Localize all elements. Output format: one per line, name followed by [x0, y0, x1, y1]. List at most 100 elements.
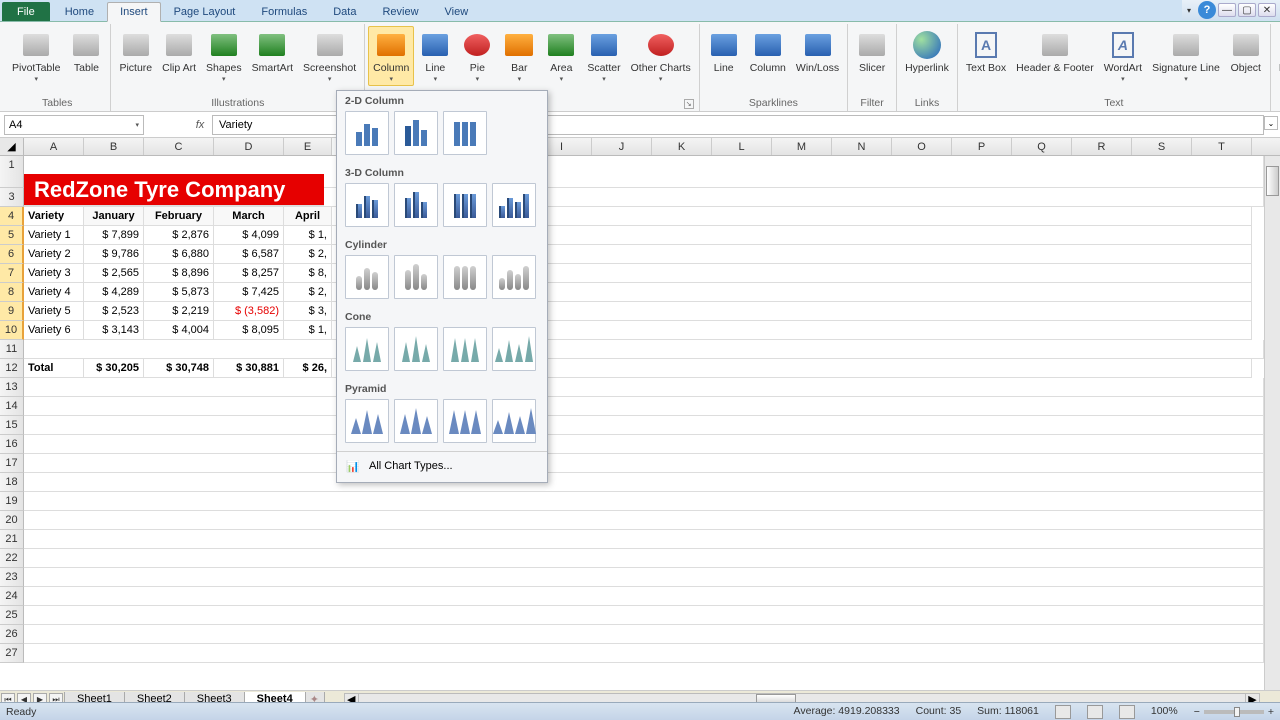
scatter-chart-button[interactable]: Scatter▾	[582, 26, 625, 86]
chart-stacked-column-3d[interactable]	[394, 183, 438, 227]
data-cell[interactable]: $ 6,880	[144, 245, 214, 264]
equation-button[interactable]: πEquation▾	[1274, 26, 1280, 86]
col-N[interactable]: N	[832, 138, 892, 155]
row-11[interactable]: 11	[0, 340, 24, 359]
col-M[interactable]: M	[772, 138, 832, 155]
data-cell[interactable]: $ 4,099	[214, 226, 284, 245]
row-21[interactable]: 21	[0, 530, 24, 549]
zoom-minus-icon[interactable]: −	[1194, 706, 1200, 718]
col-K[interactable]: K	[652, 138, 712, 155]
sparkline-winloss-button[interactable]: Win/Loss	[791, 26, 844, 77]
data-cell[interactable]: $ 3,	[284, 302, 332, 321]
chart-100stacked-column-2d[interactable]	[443, 111, 487, 155]
row-24[interactable]: 24	[0, 587, 24, 606]
col-J[interactable]: J	[592, 138, 652, 155]
chart-stacked-column-2d[interactable]	[394, 111, 438, 155]
chart-clustered-pyramid[interactable]	[345, 399, 389, 443]
data-cell[interactable]: $ 8,095	[214, 321, 284, 340]
sparkline-line-button[interactable]: Line	[703, 26, 745, 77]
data-cell[interactable]: $ 2,876	[144, 226, 214, 245]
line-chart-button[interactable]: Line▾	[414, 26, 456, 86]
data-cell[interactable]: Variety 6	[24, 321, 84, 340]
data-cell[interactable]: $ 2,523	[84, 302, 144, 321]
view-normal-button[interactable]	[1055, 705, 1071, 719]
data-cell[interactable]: $ 8,	[284, 264, 332, 283]
chart-stacked-pyramid[interactable]	[394, 399, 438, 443]
picture-button[interactable]: Picture	[114, 26, 157, 77]
row-27[interactable]: 27	[0, 644, 24, 663]
col-O[interactable]: O	[892, 138, 952, 155]
tab-review[interactable]: Review	[369, 2, 431, 21]
row-22[interactable]: 22	[0, 549, 24, 568]
pivottable-button[interactable]: PivotTable▾	[7, 26, 65, 86]
col-B[interactable]: B	[84, 138, 144, 155]
row-7[interactable]: 7	[0, 264, 24, 283]
vertical-scrollbar[interactable]	[1264, 156, 1280, 690]
data-cell[interactable]: $ 7,899	[84, 226, 144, 245]
col-D[interactable]: D	[214, 138, 284, 155]
fx-icon[interactable]: fx	[192, 117, 208, 133]
data-cell[interactable]: $ 7,425	[214, 283, 284, 302]
chart-100stacked-column-3d[interactable]	[443, 183, 487, 227]
data-cell[interactable]: $ 1,	[284, 226, 332, 245]
data-cell[interactable]: $ 3,143	[84, 321, 144, 340]
chart-3d-column[interactable]	[492, 183, 536, 227]
zoom-plus-icon[interactable]: +	[1268, 706, 1274, 718]
other-charts-button[interactable]: Other Charts▾	[626, 26, 696, 86]
headerfooter-button[interactable]: Header & Footer	[1011, 26, 1099, 77]
row-1[interactable]: 1	[0, 156, 24, 188]
close-button[interactable]: ✕	[1258, 3, 1276, 17]
data-cell[interactable]: $ 8,896	[144, 264, 214, 283]
data-cell[interactable]: $ 4,289	[84, 283, 144, 302]
hyperlink-button[interactable]: Hyperlink	[900, 26, 954, 77]
shapes-button[interactable]: Shapes▾	[201, 26, 247, 86]
row-3[interactable]: 3	[0, 188, 24, 207]
worksheet-grid[interactable]: ◢ A B C D E I J K L M N O P Q R S T RedZ…	[0, 138, 1280, 690]
data-cell[interactable]: $ 4,004	[144, 321, 214, 340]
col-Q[interactable]: Q	[1012, 138, 1072, 155]
ribbon-minimize-icon[interactable]: ▾	[1182, 3, 1196, 17]
formulabar-expand-icon[interactable]: ⌄	[1264, 116, 1278, 130]
row-20[interactable]: 20	[0, 511, 24, 530]
data-cell[interactable]: Variety 1	[24, 226, 84, 245]
tab-view[interactable]: View	[432, 2, 482, 21]
data-cell[interactable]: $ 5,873	[144, 283, 214, 302]
chart-3d-cone[interactable]	[492, 327, 536, 371]
data-cell[interactable]: $ 2,	[284, 283, 332, 302]
col-L[interactable]: L	[712, 138, 772, 155]
chart-clustered-column-2d[interactable]	[345, 111, 389, 155]
chart-clustered-cone[interactable]	[345, 327, 389, 371]
data-cell[interactable]: Variety 2	[24, 245, 84, 264]
data-cell[interactable]: $ 2,	[284, 245, 332, 264]
view-pagebreak-button[interactable]	[1119, 705, 1135, 719]
row-9[interactable]: 9	[0, 302, 24, 321]
maximize-button[interactable]: ▢	[1238, 3, 1256, 17]
smartart-button[interactable]: SmartArt	[247, 26, 298, 77]
row-19[interactable]: 19	[0, 492, 24, 511]
row-12[interactable]: 12	[0, 359, 24, 378]
tab-data[interactable]: Data	[320, 2, 369, 21]
row-16[interactable]: 16	[0, 435, 24, 454]
vscroll-thumb[interactable]	[1266, 166, 1279, 196]
data-cell[interactable]: $ 2,565	[84, 264, 144, 283]
data-cell[interactable]: $ 8,257	[214, 264, 284, 283]
col-E[interactable]: E	[284, 138, 332, 155]
row-13[interactable]: 13	[0, 378, 24, 397]
data-cell[interactable]: $ 9,786	[84, 245, 144, 264]
sparkline-column-button[interactable]: Column	[745, 26, 791, 77]
data-cell[interactable]: $ 6,587	[214, 245, 284, 264]
row-8[interactable]: 8	[0, 283, 24, 302]
row-18[interactable]: 18	[0, 473, 24, 492]
view-layout-button[interactable]	[1087, 705, 1103, 719]
data-cell[interactable]: Variety 4	[24, 283, 84, 302]
row-26[interactable]: 26	[0, 625, 24, 644]
row-4[interactable]: 4	[0, 207, 24, 226]
slicer-button[interactable]: Slicer	[851, 26, 893, 77]
chart-stacked-cone[interactable]	[394, 327, 438, 371]
row-10[interactable]: 10	[0, 321, 24, 340]
charts-launcher-icon[interactable]: ↘	[684, 99, 694, 109]
chart-100stacked-cylinder[interactable]	[443, 255, 487, 299]
row-14[interactable]: 14	[0, 397, 24, 416]
table-button[interactable]: Table	[65, 26, 107, 77]
row-17[interactable]: 17	[0, 454, 24, 473]
